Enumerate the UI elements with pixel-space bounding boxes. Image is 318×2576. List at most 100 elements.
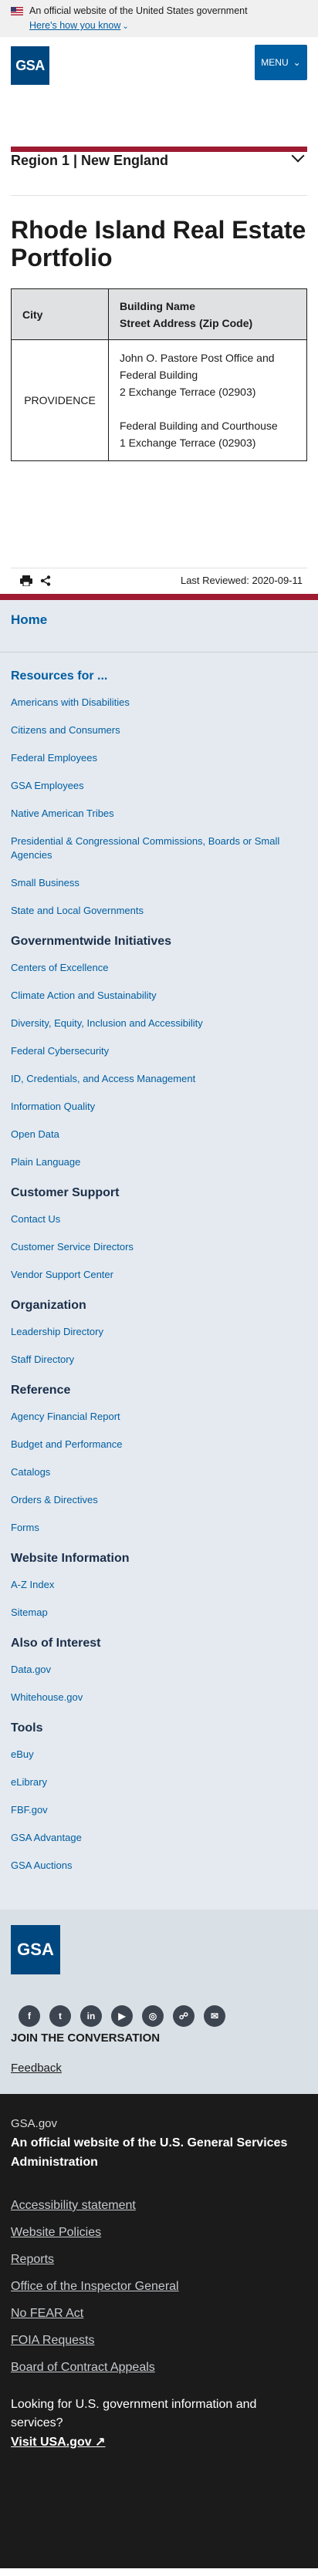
footer-link[interactable]: Data.gov (11, 1663, 307, 1677)
email-icon[interactable]: ✉ (204, 2005, 225, 2027)
footer-section: Also of Interest Data.gov Whitehouse.gov (11, 1635, 307, 1704)
footer-link[interactable]: FBF.gov (11, 1803, 307, 1817)
footer-link-list: Agency Financial Report Budget and Perfor… (11, 1410, 307, 1535)
identifier-link[interactable]: Board of Contract Appeals (11, 2360, 307, 2375)
feedback-link[interactable]: Feedback (11, 2062, 62, 2075)
footer-section: Customer Support Contact Us Customer Servi… (11, 1185, 307, 1282)
identifier-link[interactable]: FOIA Requests (11, 2333, 307, 2348)
footer-home-link[interactable]: Home (0, 600, 318, 652)
youtube-icon[interactable]: ▶ (111, 2005, 133, 2027)
footer-link[interactable]: Citizens and Consumers (11, 723, 307, 737)
social-links: f t in ▶ ◎ ☍ ✉ (11, 2005, 307, 2027)
gsa-footer-logo[interactable]: GSA (11, 1925, 60, 1974)
rss-icon[interactable]: ☍ (173, 2005, 195, 2027)
share-icon[interactable] (40, 575, 51, 586)
city-cell: PROVIDENCE (11, 339, 109, 461)
footer-link[interactable]: Orders & Directives (11, 1493, 307, 1507)
footer-link-list: eBuy eLibrary FBF.gov GSA Advantage GSA Auct… (11, 1748, 307, 1873)
table-row: PROVIDENCE John O. Pastore Post Office a… (11, 339, 307, 461)
footer-section-heading: Organization (11, 1299, 86, 1312)
footer-link[interactable]: Presidential & Congressional Commissions… (11, 835, 307, 862)
footer-link[interactable]: GSA Auctions (11, 1859, 307, 1873)
facebook-icon[interactable]: f (19, 2005, 40, 2027)
footer-link[interactable]: Staff Directory (11, 1353, 307, 1367)
visit-usa-gov-link[interactable]: Visit USA.gov ↗ (11, 2434, 105, 2450)
site-header: GSA MENU ⌄ (0, 37, 318, 111)
region-title: Region 1 | New England (11, 153, 169, 168)
building-address: 1 Exchange Terrace (02903) (120, 437, 256, 449)
footer-section-heading: Customer Support (11, 1186, 120, 1199)
footer-link[interactable]: Whitehouse.gov (11, 1691, 307, 1704)
footer-link[interactable]: GSA Employees (11, 779, 307, 793)
identifier-domain: GSA.gov (11, 2117, 58, 2130)
footer-link[interactable]: eLibrary (11, 1775, 307, 1789)
footer-link[interactable]: GSA Advantage (11, 1831, 307, 1845)
footer-link[interactable]: Climate Action and Sustainability (11, 989, 307, 1003)
gsa-logo[interactable]: GSA (11, 46, 49, 85)
footer-section: Organization Leadership Directory Staff Di… (11, 1297, 307, 1367)
footer-link[interactable]: eBuy (11, 1748, 307, 1762)
column-header-building: Building Name Street Address (Zip Code) (108, 288, 307, 340)
footer-section: Tools eBuy eLibrary FBF.gov GSA Advantage GSA… (11, 1720, 307, 1873)
footer-link[interactable]: Contact Us (11, 1212, 307, 1226)
footer-section: Resources for ... Americans with Disabili… (11, 668, 307, 918)
chevron-down-icon: ⌄ (293, 57, 301, 68)
footer-link-list: Centers of Excellence Climate Action and … (11, 961, 307, 1169)
footer-link[interactable]: Sitemap (11, 1606, 307, 1620)
footer-link[interactable]: Small Business (11, 876, 307, 890)
footer-link[interactable]: Native American Tribes (11, 807, 307, 821)
print-icon[interactable] (20, 575, 32, 586)
building-name: John O. Pastore Post Office and Federal … (120, 352, 275, 381)
column-header-street-address: Street Address (Zip Code) (120, 316, 253, 329)
footer-link[interactable]: Open Data (11, 1128, 307, 1141)
portfolio-table: City Building Name Street Address (Zip C… (11, 288, 307, 461)
footer-secondary: GSA f t in ▶ ◎ ☍ ✉ JOIN THE CONVERSATION… (0, 1910, 318, 2094)
footer-link[interactable]: Forms (11, 1521, 307, 1535)
footer-link[interactable]: Catalogs (11, 1465, 307, 1479)
menu-label: MENU (261, 57, 289, 68)
external-link-icon: ↗ (95, 2436, 106, 2449)
building-name: Federal Building and Courthouse (120, 420, 278, 432)
twitter-icon[interactable]: t (49, 2005, 71, 2027)
official-site-text: An official website of the United States… (29, 5, 248, 16)
footer-link[interactable]: Federal Employees (11, 751, 307, 765)
identifier-link[interactable]: Accessibility statement (11, 2198, 307, 2214)
footer-link-list: Leadership Directory Staff Directory (11, 1325, 307, 1367)
chevron-down-icon: ⌄ (122, 22, 129, 31)
footer-section-heading[interactable]: Resources for ... (11, 668, 307, 685)
footer-link[interactable]: Budget and Performance (11, 1438, 307, 1452)
footer-link-list: Americans with Disabilities Citizens and … (11, 696, 307, 918)
footer-link[interactable]: State and Local Governments (11, 904, 307, 918)
region-accordion[interactable]: Region 1 | New England (11, 111, 307, 196)
footer-link[interactable]: Vendor Support Center (11, 1268, 307, 1282)
footer-link[interactable]: Customer Service Directors (11, 1240, 307, 1254)
footer-link[interactable]: Americans with Disabilities (11, 696, 307, 710)
building-cell: John O. Pastore Post Office and Federal … (108, 339, 307, 461)
visit-usa-gov-label: Visit USA.gov (11, 2436, 92, 2449)
footer-link[interactable]: Diversity, Equity, Inclusion and Accessi… (11, 1017, 307, 1030)
footer-link[interactable]: Centers of Excellence (11, 961, 307, 975)
footer-link[interactable]: Leadership Directory (11, 1325, 307, 1339)
footer-link[interactable]: A-Z Index (11, 1578, 307, 1592)
footer-link[interactable]: Plain Language (11, 1155, 307, 1169)
identifier-link[interactable]: Website Policies (11, 2225, 307, 2241)
instagram-icon[interactable]: ◎ (142, 2005, 164, 2027)
how-you-know-link[interactable]: Here's how you know ⌄ (29, 20, 129, 31)
identifier-link[interactable]: Reports (11, 2252, 307, 2267)
share-bar: Last Reviewed: 2020-09-11 (11, 568, 307, 592)
identifier-links: Accessibility statement Website Policies… (11, 2198, 307, 2375)
column-header-building-name: Building Name (120, 299, 196, 312)
identifier-link[interactable]: Office of the Inspector General (11, 2279, 307, 2294)
footer-link[interactable]: ID, Credentials, and Access Management (11, 1072, 307, 1086)
footer-primary: Home Resources for ... Americans with Dis… (0, 594, 318, 1910)
join-conversation-text: JOIN THE CONVERSATION (11, 2031, 161, 2045)
footer-section-heading: Also of Interest (11, 1637, 101, 1650)
building-entry: John O. Pastore Post Office and Federal … (120, 349, 296, 400)
linkedin-icon[interactable]: in (80, 2005, 102, 2027)
usa-gov-text: Looking for U.S. government information … (11, 2398, 257, 2429)
identifier-link[interactable]: No FEAR Act (11, 2306, 307, 2321)
footer-link[interactable]: Information Quality (11, 1100, 307, 1114)
footer-link[interactable]: Agency Financial Report (11, 1410, 307, 1424)
footer-link[interactable]: Federal Cybersecurity (11, 1044, 307, 1058)
menu-button[interactable]: MENU ⌄ (255, 45, 307, 80)
